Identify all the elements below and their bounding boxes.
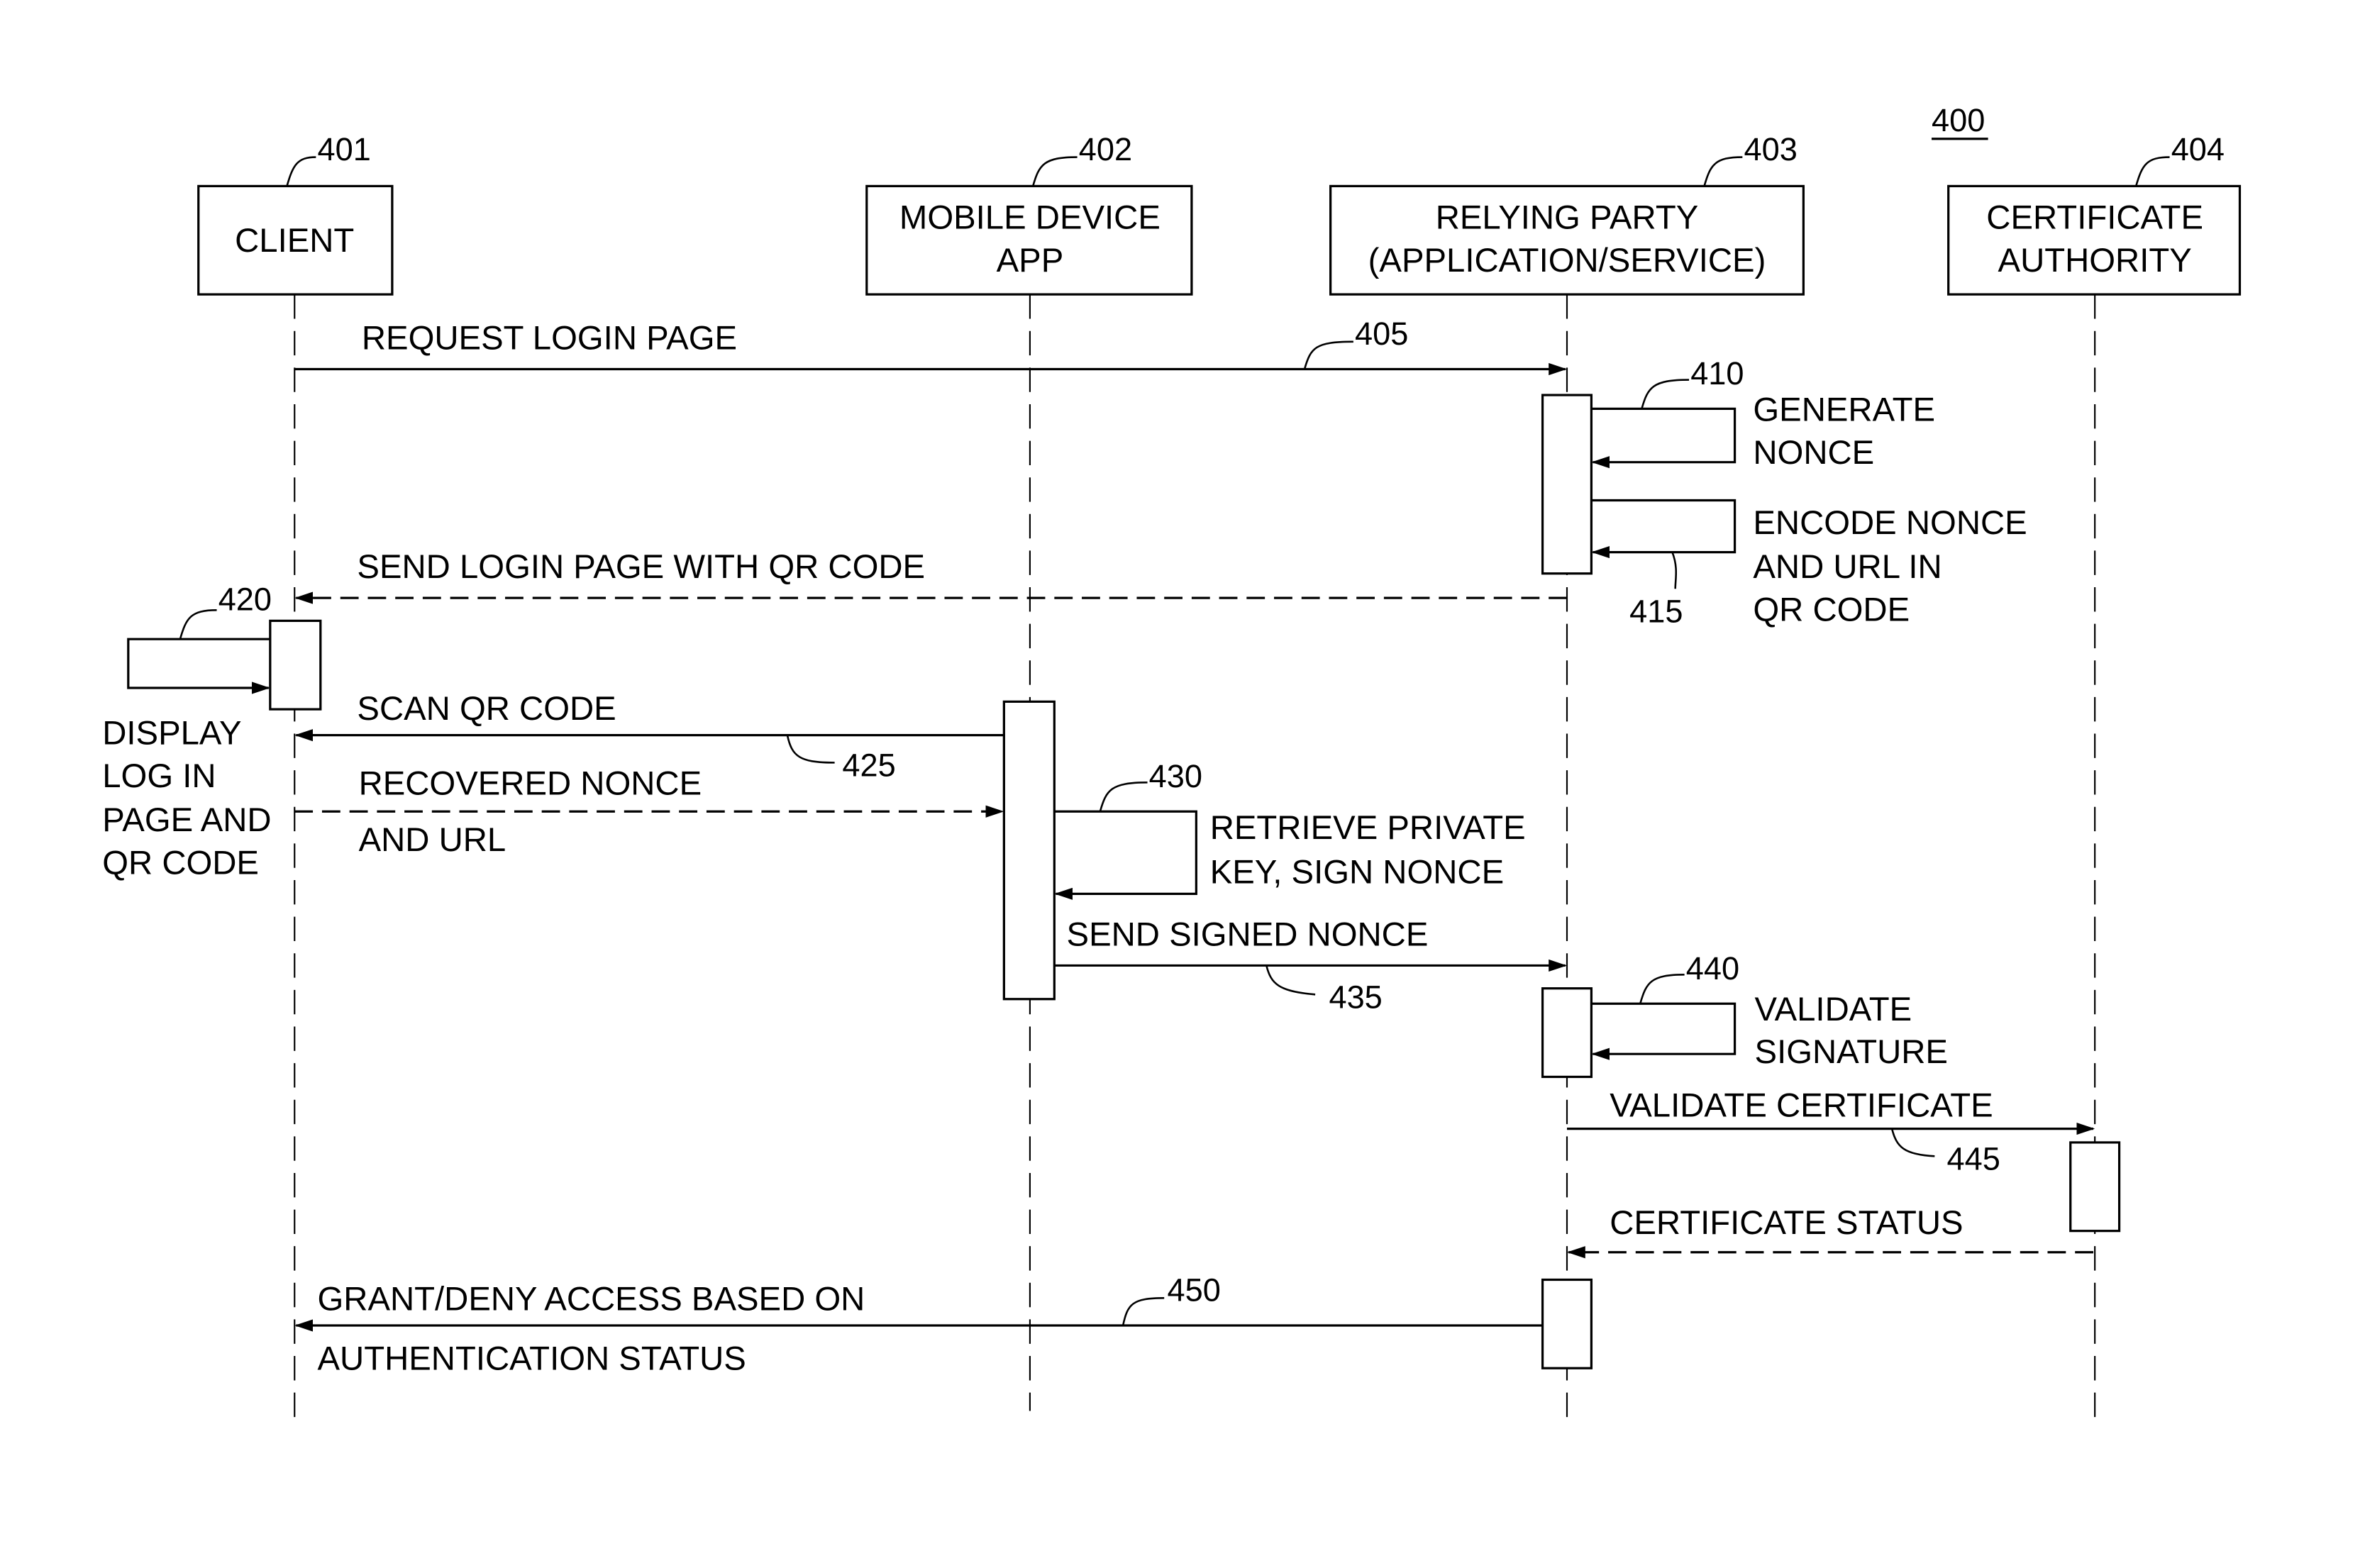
svg-text:AND URL: AND URL xyxy=(359,821,506,859)
self-message-validate-signature: 440 VALIDATE SIGNATURE xyxy=(1591,950,1948,1071)
activation-client xyxy=(269,619,322,711)
svg-text:MOBILE DEVICE: MOBILE DEVICE xyxy=(899,199,1161,237)
svg-text:REQUEST LOGIN PAGE: REQUEST LOGIN PAGE xyxy=(362,320,737,357)
svg-text:425: 425 xyxy=(842,747,895,784)
svg-text:DISPLAY: DISPLAY xyxy=(102,715,241,752)
svg-text:SCAN QR CODE: SCAN QR CODE xyxy=(357,690,616,728)
svg-text:435: 435 xyxy=(1329,979,1382,1016)
message-certificate-status: CERTIFICATE STATUS xyxy=(1566,1204,2094,1259)
activation-mobile-app xyxy=(1002,700,1056,1001)
svg-text:430: 430 xyxy=(1149,758,1202,794)
svg-text:CERTIFICATE STATUS: CERTIFICATE STATUS xyxy=(1610,1204,1963,1242)
svg-text:PAGE AND: PAGE AND xyxy=(102,801,271,839)
svg-text:GRANT/DENY ACCESS BASED ON: GRANT/DENY ACCESS BASED ON xyxy=(318,1281,865,1318)
activation-certificate-authority xyxy=(2069,1141,2121,1233)
svg-text:APP: APP xyxy=(997,242,1064,279)
svg-text:LOG IN: LOG IN xyxy=(102,757,216,795)
ref-403: 403 xyxy=(1744,131,1797,167)
message-recovered-nonce: RECOVERED NONCE AND URL xyxy=(294,765,1004,859)
ref-401: 401 xyxy=(318,131,371,167)
activation-relying-party-2 xyxy=(1541,987,1593,1079)
ref-404: 404 xyxy=(2171,131,2225,167)
svg-text:GENERATE: GENERATE xyxy=(1753,391,1935,429)
sequence-diagram: 400 CLIENT 401 MOBILE DEVICE APP 402 REL… xyxy=(102,102,2242,1426)
activation-relying-party-3 xyxy=(1541,1278,1593,1369)
svg-text:NONCE: NONCE xyxy=(1753,434,1874,472)
svg-text:440: 440 xyxy=(1686,950,1739,986)
svg-text:KEY, SIGN NONCE: KEY, SIGN NONCE xyxy=(1210,853,1504,891)
svg-text:405: 405 xyxy=(1355,316,1408,352)
message-send-signed-nonce: SEND SIGNED NONCE 435 xyxy=(1054,916,1567,1016)
ref-402: 402 xyxy=(1079,131,1132,167)
svg-text:QR CODE: QR CODE xyxy=(102,844,259,882)
svg-text:450: 450 xyxy=(1167,1272,1220,1308)
svg-text:ENCODE NONCE: ENCODE NONCE xyxy=(1753,504,2027,542)
svg-text:445: 445 xyxy=(1947,1141,2000,1177)
activation-relying-party-1 xyxy=(1541,394,1593,575)
self-message-generate-nonce: 410 GENERATE NONCE xyxy=(1591,355,1935,472)
self-message-display-login-page: 420 DISPLAY LOG IN PAGE AND QR CODE xyxy=(102,581,272,882)
svg-text:QR CODE: QR CODE xyxy=(1753,591,1910,628)
message-grant-deny-access: GRANT/DENY ACCESS BASED ON 450 AUTHENTIC… xyxy=(294,1272,1543,1377)
self-message-retrieve-private-key: 430 RETRIEVE PRIVATE KEY, SIGN NONCE xyxy=(1054,758,1526,900)
svg-text:AUTHORITY: AUTHORITY xyxy=(1998,242,2192,279)
svg-text:400: 400 xyxy=(1932,102,1985,138)
svg-text:SEND LOGIN PAGE WITH QR CODE: SEND LOGIN PAGE WITH QR CODE xyxy=(357,548,925,586)
message-validate-certificate: VALIDATE CERTIFICATE 445 xyxy=(1566,1086,2095,1177)
svg-text:SIGNATURE: SIGNATURE xyxy=(1755,1033,1948,1071)
svg-text:CERTIFICATE: CERTIFICATE xyxy=(1986,199,2203,237)
self-message-encode-nonce: 415 ENCODE NONCE AND URL IN QR CODE xyxy=(1591,499,2027,630)
figure-number: 400 xyxy=(1932,102,1988,140)
svg-text:AUTHENTICATION STATUS: AUTHENTICATION STATUS xyxy=(318,1340,746,1377)
participant-label: CLIENT xyxy=(235,222,354,260)
svg-text:VALIDATE CERTIFICATE: VALIDATE CERTIFICATE xyxy=(1610,1086,1993,1124)
svg-text:RECOVERED NONCE: RECOVERED NONCE xyxy=(359,765,702,803)
svg-text:410: 410 xyxy=(1690,355,1744,391)
message-request-login-page: REQUEST LOGIN PAGE 405 xyxy=(294,316,1567,376)
svg-text:VALIDATE: VALIDATE xyxy=(1755,991,1912,1028)
svg-text:(APPLICATION/SERVICE): (APPLICATION/SERVICE) xyxy=(1368,242,1766,279)
svg-text:420: 420 xyxy=(218,581,272,617)
svg-text:415: 415 xyxy=(1629,594,1683,630)
svg-text:RELYING PARTY: RELYING PARTY xyxy=(1436,199,1699,237)
svg-text:SEND SIGNED NONCE: SEND SIGNED NONCE xyxy=(1067,916,1429,953)
svg-text:RETRIEVE PRIVATE: RETRIEVE PRIVATE xyxy=(1210,809,1526,847)
svg-text:AND URL IN: AND URL IN xyxy=(1753,548,1942,586)
message-send-login-page: SEND LOGIN PAGE WITH QR CODE xyxy=(294,548,1567,604)
